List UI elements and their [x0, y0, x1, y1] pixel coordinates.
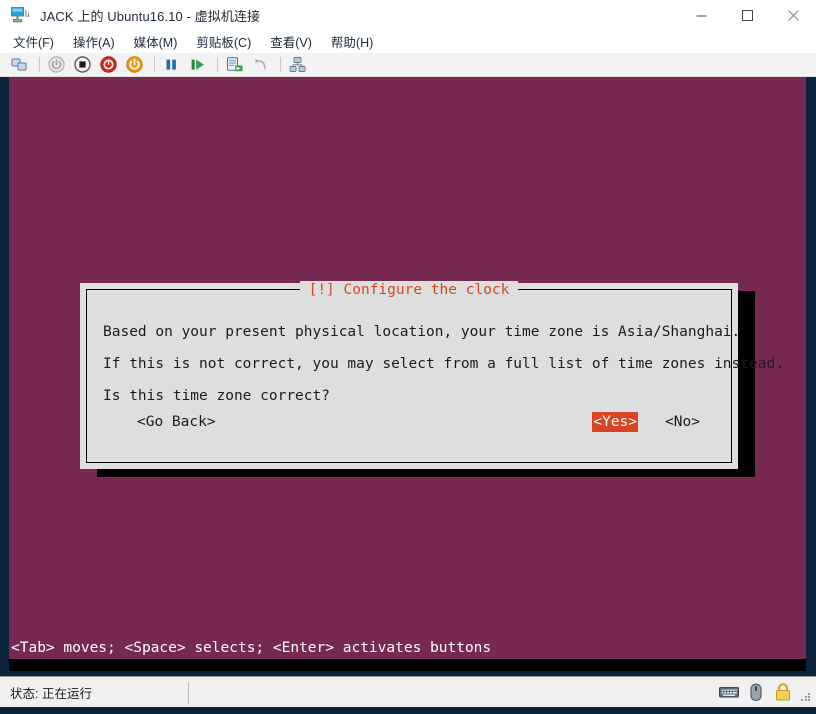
status-text: 状态: 正在运行: [10, 686, 92, 701]
vm-viewport-border: [!] Configure the clock Based on your pr…: [0, 77, 816, 676]
maximize-button[interactable]: [724, 0, 770, 30]
dialog-title-bar: [!] Configure the clock: [87, 281, 731, 299]
toolbar: [0, 53, 816, 77]
ctrl-alt-del-icon[interactable]: [10, 55, 29, 74]
toolbar-separator: [217, 57, 218, 72]
dialog-line-2: If this is not correct, you may select f…: [103, 356, 784, 372]
virtual-machine-icon: [10, 6, 30, 24]
no-button[interactable]: <No>: [664, 412, 701, 432]
title-bar: JACK 上的 Ubuntu16.10 - 虚拟机连接: [0, 0, 816, 30]
keyboard-icon: [718, 681, 740, 703]
window-controls: [678, 0, 816, 30]
lock-icon: [772, 681, 794, 703]
dialog-inner-frame: [!] Configure the clock Based on your pr…: [86, 281, 784, 463]
vm-help-text: <Tab> moves; <Space> selects; <Enter> ac…: [11, 640, 492, 656]
vm-help-bar: <Tab> moves; <Space> selects; <Enter> ac…: [9, 637, 806, 659]
menu-action[interactable]: 操作(A): [73, 32, 115, 51]
turn-off-icon[interactable]: [99, 55, 118, 74]
resize-grip[interactable]: [801, 693, 810, 702]
power-on-icon[interactable]: [47, 55, 66, 74]
menu-media[interactable]: 媒体(M): [134, 32, 178, 51]
pause-icon[interactable]: [162, 55, 181, 74]
virtual-machine-connection-window: JACK 上的 Ubuntu16.10 - 虚拟机连接 文件(F) 操作(A) …: [0, 0, 816, 714]
go-back-button[interactable]: <Go Back>: [136, 412, 217, 432]
dialog-line-3: Is this time zone correct?: [103, 388, 330, 404]
menu-bar: 文件(F) 操作(A) 媒体(M) 剪贴板(C) 查看(V) 帮助(H): [0, 30, 816, 53]
vm-screen[interactable]: [!] Configure the clock Based on your pr…: [9, 77, 806, 671]
menu-file[interactable]: 文件(F): [13, 32, 54, 51]
status-divider: [188, 682, 189, 704]
status-icon-group: [718, 681, 794, 703]
menu-clipboard[interactable]: 剪贴板(C): [196, 32, 251, 51]
mouse-icon: [745, 681, 767, 703]
save-state-icon[interactable]: [125, 55, 144, 74]
window-title: JACK 上的 Ubuntu16.10 - 虚拟机连接: [40, 8, 261, 24]
dialog-button-row: <Go Back> <Yes> <No>: [103, 412, 717, 432]
close-button[interactable]: [770, 0, 816, 30]
yes-button[interactable]: <Yes>: [592, 412, 638, 432]
status-bar: 状态: 正在运行: [0, 676, 816, 714]
window-bottom-border: [0, 707, 816, 714]
menu-view[interactable]: 查看(V): [270, 32, 312, 51]
vm-bottom-bar: [9, 659, 806, 671]
dialog-title: [!] Configure the clock: [299, 281, 519, 299]
toolbar-separator: [39, 57, 40, 72]
menu-help[interactable]: 帮助(H): [331, 32, 373, 51]
toolbar-separator: [154, 57, 155, 72]
revert-icon[interactable]: [251, 55, 270, 74]
shutdown-icon[interactable]: [73, 55, 92, 74]
minimize-button[interactable]: [678, 0, 724, 30]
resume-icon[interactable]: [188, 55, 207, 74]
configure-clock-dialog: [!] Configure the clock Based on your pr…: [80, 281, 784, 469]
dialog-body: Based on your present physical location,…: [103, 316, 784, 412]
dialog-line-1: Based on your present physical location,…: [103, 324, 741, 340]
checkpoint-icon[interactable]: [225, 55, 244, 74]
enhanced-session-icon[interactable]: [288, 55, 307, 74]
toolbar-separator: [280, 57, 281, 72]
